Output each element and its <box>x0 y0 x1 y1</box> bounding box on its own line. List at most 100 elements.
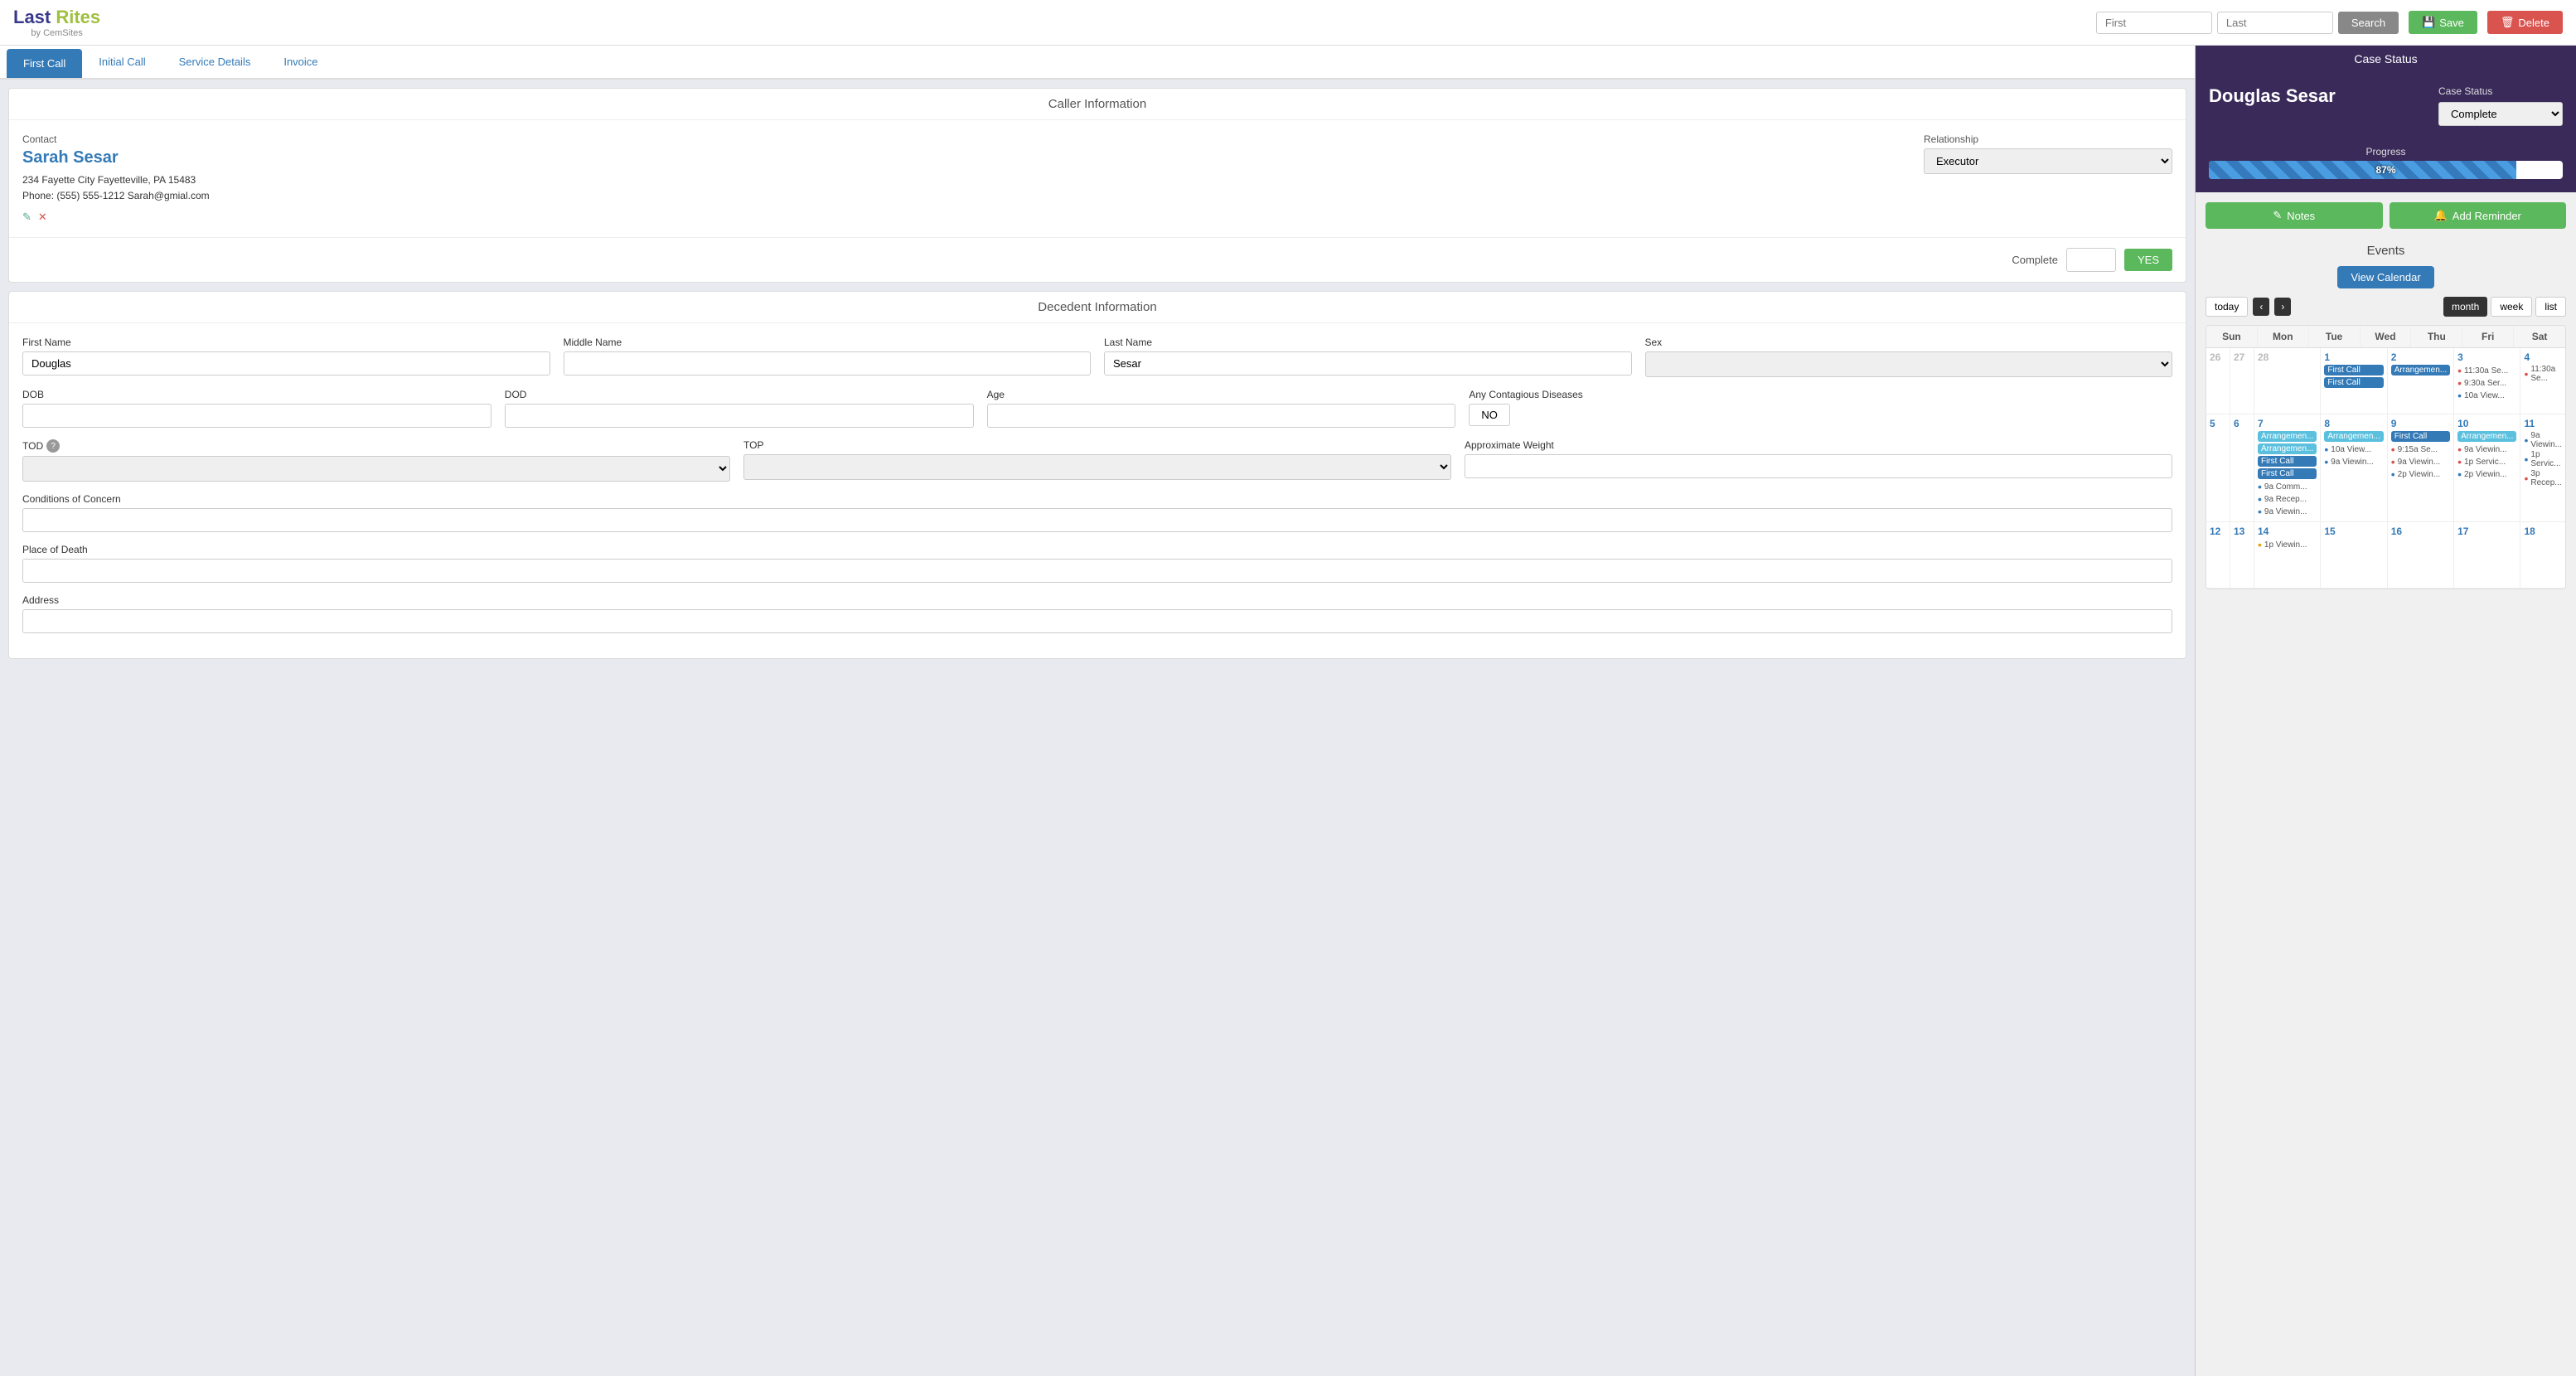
dod-input[interactable] <box>505 404 974 428</box>
event-dot-14a[interactable]: •1p Viewin... <box>2258 539 2317 550</box>
event-arrange-7a[interactable]: Arrangemen... <box>2258 431 2317 442</box>
middle-name-input[interactable] <box>564 351 1092 375</box>
cal-cell-8[interactable]: 8 Arrangemen... •10a View... •9a Viewin.… <box>2321 414 2387 522</box>
tab-initial-call[interactable]: Initial Call <box>82 46 162 78</box>
cal-cell-1[interactable]: 1 First Call First Call <box>2321 348 2387 414</box>
yes-button[interactable]: YES <box>2124 249 2172 271</box>
case-status-select[interactable]: Complete In Progress On Hold Closed <box>2438 102 2563 126</box>
age-input[interactable] <box>987 404 1456 428</box>
event-dot-3c[interactable]: •10a View... <box>2457 390 2516 401</box>
relationship-select[interactable]: Executor Spouse Child Parent Friend Othe… <box>1924 148 2172 174</box>
event-dot-10b[interactable]: •1p Servic... <box>2457 456 2516 468</box>
weight-input[interactable] <box>1465 454 2172 478</box>
event-firstcall-1b[interactable]: First Call <box>2324 377 2383 388</box>
place-death-input[interactable] <box>22 559 2172 583</box>
cal-cell-26[interactable]: 26 <box>2206 348 2230 414</box>
event-dot-8b[interactable]: •9a Viewin... <box>2324 456 2383 468</box>
cal-cell-5[interactable]: 5 <box>2206 414 2230 522</box>
search-first-input[interactable] <box>2096 12 2212 34</box>
week-view-button[interactable]: week <box>2491 297 2532 317</box>
sex-select[interactable]: Male Female <box>1645 351 2173 377</box>
tod-help-icon[interactable]: ? <box>46 439 60 453</box>
search-last-input[interactable] <box>2217 12 2333 34</box>
event-arrange-8[interactable]: Arrangemen... <box>2324 431 2383 442</box>
logo: Last Rites by CemSites <box>13 7 100 38</box>
event-arrange-2[interactable]: Arrangemen... <box>2391 365 2450 375</box>
cal-cell-2[interactable]: 2 Arrangemen... <box>2388 348 2454 414</box>
first-name-input[interactable] <box>22 351 550 375</box>
cal-cell-18[interactable]: 18 <box>2520 522 2565 589</box>
event-dot-4a[interactable]: •11:30a Se... <box>2524 365 2562 383</box>
event-firstcall-7a[interactable]: First Call <box>2258 456 2317 467</box>
cal-cell-6[interactable]: 6 <box>2230 414 2254 522</box>
dob-row: DOB DOD Age Any Contagious Diseases <box>22 389 2172 428</box>
cal-cell-12[interactable]: 12 <box>2206 522 2230 589</box>
today-button[interactable]: today <box>2206 297 2248 317</box>
middle-name-label: Middle Name <box>564 337 1092 348</box>
event-dot-8a[interactable]: •10a View... <box>2324 443 2383 455</box>
event-firstcall-9[interactable]: First Call <box>2391 431 2450 442</box>
cal-cell-9[interactable]: 9 First Call •9:15a Se... •9a Viewin... … <box>2388 414 2454 522</box>
address-input[interactable] <box>22 609 2172 633</box>
tod-select[interactable] <box>22 456 730 482</box>
top-select[interactable] <box>743 454 1451 480</box>
cal-cell-11[interactable]: 11 •9a Viewin... •1p Servic... •3p Recep… <box>2520 414 2565 522</box>
event-arrange-10[interactable]: Arrangemen... <box>2457 431 2516 442</box>
cal-cell-3[interactable]: 3 •11:30a Se... •9:30a Ser... •10a View.… <box>2454 348 2520 414</box>
dob-input[interactable] <box>22 404 491 428</box>
list-view-button[interactable]: list <box>2535 297 2566 317</box>
event-firstcall-1a[interactable]: First Call <box>2324 365 2383 375</box>
name-sex-row: First Name Middle Name Last Name Sex <box>22 337 2172 377</box>
tab-invoice[interactable]: Invoice <box>267 46 334 78</box>
prev-button[interactable]: ‹ <box>2253 298 2269 316</box>
cal-cell-14[interactable]: 14 •1p Viewin... <box>2254 522 2321 589</box>
event-dot-9b[interactable]: •9a Viewin... <box>2391 456 2450 468</box>
cal-cell-16[interactable]: 16 <box>2388 522 2454 589</box>
event-arrange-7b[interactable]: Arrangemen... <box>2258 443 2317 454</box>
next-button[interactable]: › <box>2274 298 2291 316</box>
event-dot-10c[interactable]: •2p Viewin... <box>2457 468 2516 480</box>
tab-service-details[interactable]: Service Details <box>162 46 268 78</box>
event-dot-7b[interactable]: •9a Recep... <box>2258 493 2317 505</box>
event-dot-11c[interactable]: •3p Recep... <box>2524 469 2562 487</box>
cal-cell-28[interactable]: 28 <box>2254 348 2321 414</box>
cal-cell-4[interactable]: 4 •11:30a Se... <box>2520 348 2565 414</box>
cal-cell-27[interactable]: 27 <box>2230 348 2254 414</box>
notes-button[interactable]: ✎ Notes <box>2206 202 2383 229</box>
day-sat: Sat <box>2514 326 2565 347</box>
weight-group: Approximate Weight <box>1465 439 2172 482</box>
event-dot-7c[interactable]: •9a Viewin... <box>2258 506 2317 517</box>
event-firstcall-7b[interactable]: First Call <box>2258 468 2317 479</box>
delete-contact-icon[interactable]: ✕ <box>38 211 47 224</box>
decedent-body: First Name Middle Name Last Name Sex <box>9 323 2186 658</box>
event-dot-9a[interactable]: •9:15a Se... <box>2391 443 2450 455</box>
event-dot-3a[interactable]: •11:30a Se... <box>2457 365 2516 376</box>
caller-left: Contact Sarah Sesar 234 Fayette City Fay… <box>22 133 1907 224</box>
event-dot-9c[interactable]: •2p Viewin... <box>2391 468 2450 480</box>
event-dot-3b[interactable]: •9:30a Ser... <box>2457 377 2516 389</box>
event-dot-10a[interactable]: •9a Viewin... <box>2457 443 2516 455</box>
event-dot-11a[interactable]: •9a Viewin... <box>2524 431 2562 449</box>
save-button[interactable]: 💾 Save <box>2409 11 2477 34</box>
complete-input[interactable] <box>2066 248 2116 272</box>
event-dot-11b[interactable]: •1p Servic... <box>2524 450 2562 468</box>
cal-cell-10[interactable]: 10 Arrangemen... •9a Viewin... •1p Servi… <box>2454 414 2520 522</box>
conditions-input[interactable] <box>22 508 2172 532</box>
no-button[interactable]: NO <box>1469 404 1510 426</box>
decedent-section-title: Decedent Information <box>9 292 2186 323</box>
edit-contact-icon[interactable]: ✎ <box>22 211 31 224</box>
last-name-input[interactable] <box>1104 351 1632 375</box>
cal-cell-13[interactable]: 13 <box>2230 522 2254 589</box>
search-button[interactable]: Search <box>2338 12 2399 34</box>
tab-first-call[interactable]: First Call <box>7 49 82 78</box>
delete-button[interactable]: 🗑 Delete <box>2487 11 2563 34</box>
month-view-button[interactable]: month <box>2443 297 2487 317</box>
event-dot-7a[interactable]: •9a Comm... <box>2258 481 2317 492</box>
cal-cell-15[interactable]: 15 <box>2321 522 2387 589</box>
cal-cell-17[interactable]: 17 <box>2454 522 2520 589</box>
logo-sub: by CemSites <box>13 28 100 38</box>
add-reminder-button[interactable]: 🔔 Add Reminder <box>2390 202 2567 229</box>
view-calendar-button[interactable]: View Calendar <box>2337 266 2433 288</box>
cal-cell-7[interactable]: 7 Arrangemen... Arrangemen... First Call… <box>2254 414 2321 522</box>
cal-view-buttons: month week list <box>2443 297 2566 317</box>
